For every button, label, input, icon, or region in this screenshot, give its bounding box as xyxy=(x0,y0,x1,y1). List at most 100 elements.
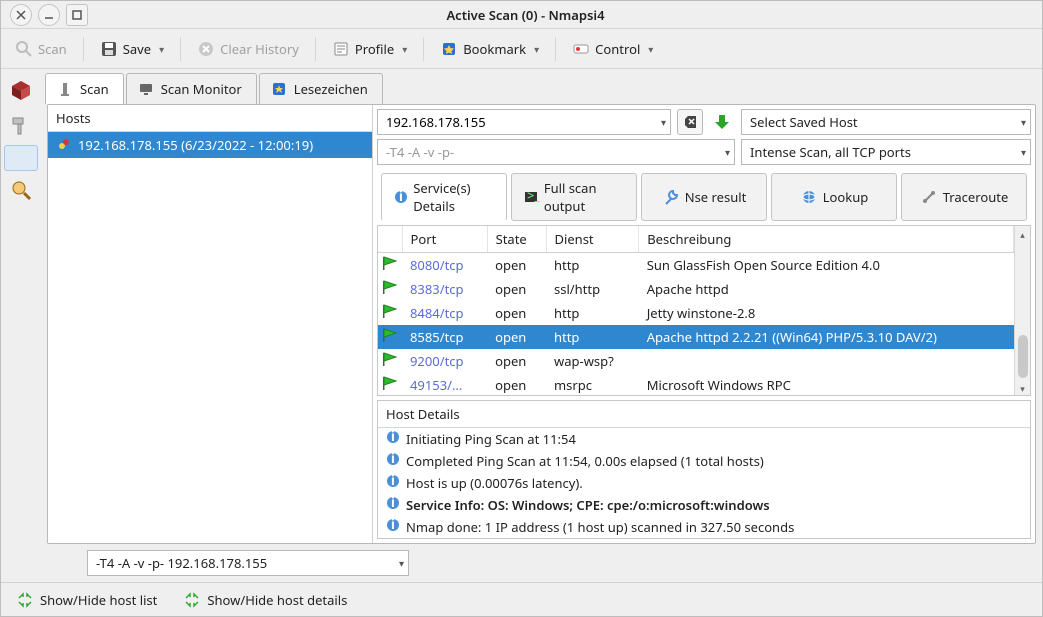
info-icon: i xyxy=(386,430,400,448)
info-icon: i xyxy=(386,518,400,536)
host-detail-row: iCompleted Ping Scan at 11:54, 0.00s ela… xyxy=(378,450,1030,472)
hosts-pane: Hosts 192.168.178.155 (6/23/2022 - 12:00… xyxy=(48,105,373,543)
scan-button[interactable]: Scan xyxy=(9,36,73,62)
svg-text:i: i xyxy=(391,430,395,444)
clear-icon xyxy=(197,40,215,58)
vertical-scrollbar[interactable]: ▴ ▾ xyxy=(1014,226,1030,395)
control-button[interactable]: Control ▾ xyxy=(566,36,659,62)
chevron-down-icon: ▾ xyxy=(1021,145,1026,159)
flag-icon xyxy=(378,325,402,349)
info-icon: i xyxy=(386,452,400,470)
ports-table[interactable]: Port State Dienst Beschreibung 8080/tcp … xyxy=(378,226,1014,395)
col-service[interactable]: Dienst xyxy=(546,226,639,253)
flag-icon xyxy=(378,373,402,395)
sidetool-hammer[interactable] xyxy=(4,109,38,143)
route-icon xyxy=(920,188,938,206)
chevron-down-icon: ▾ xyxy=(1021,115,1026,129)
host-details-header: Host Details xyxy=(378,401,1030,428)
monitor-icon xyxy=(137,80,155,98)
subtab-full-output[interactable]: >_Full scan output xyxy=(511,173,637,221)
scroll-up-icon[interactable]: ▴ xyxy=(1020,228,1025,241)
state-cell: open xyxy=(487,277,546,301)
saved-host-select[interactable]: Select Saved Host▾ xyxy=(741,109,1031,135)
port-cell: 9200/tcp xyxy=(410,352,464,370)
table-row[interactable]: 8080/tcp open http Sun GlassFish Open So… xyxy=(378,253,1014,278)
desc-cell: Apache httpd xyxy=(639,277,1014,301)
col-state[interactable]: State xyxy=(487,226,546,253)
table-row[interactable]: 8383/tcp open ssl/http Apache httpd xyxy=(378,277,1014,301)
flag-icon xyxy=(378,277,402,301)
tab-scan[interactable]: Scan xyxy=(45,73,124,104)
table-row[interactable]: 49153/… open msrpc Microsoft Windows RPC xyxy=(378,373,1014,395)
chevron-down-icon[interactable]: ▾ xyxy=(725,145,730,159)
sidetool-find[interactable] xyxy=(4,145,38,171)
host-detail-row: iHost is up (0.00076s latency). xyxy=(378,472,1030,494)
toggle-host-list-button[interactable]: Show/Hide host list xyxy=(7,586,166,614)
clear-history-button[interactable]: Clear History xyxy=(191,36,305,62)
host-details-pane: Host Details iInitiating Ping Scan at 11… xyxy=(377,400,1031,539)
state-cell: open xyxy=(487,325,546,349)
host-detail-text: Service Info: OS: Windows; CPE: cpe:/o:m… xyxy=(406,496,770,514)
subtab-nse[interactable]: Nse result xyxy=(641,173,767,221)
control-icon xyxy=(572,40,590,58)
chevron-down-icon: ▾ xyxy=(534,42,539,56)
service-cell: http xyxy=(546,301,639,325)
svg-text:i: i xyxy=(391,452,395,466)
port-cell: 8080/tcp xyxy=(410,256,464,274)
col-port[interactable]: Port xyxy=(402,226,487,253)
desc-cell: Microsoft Windows RPC xyxy=(639,373,1014,395)
table-row[interactable]: 8585/tcp open http Apache httpd 2.2.21 (… xyxy=(378,325,1014,349)
run-scan-button[interactable] xyxy=(709,109,735,135)
service-cell: http xyxy=(546,253,639,278)
save-icon xyxy=(100,40,118,58)
clear-history-label: Clear History xyxy=(220,40,299,58)
scroll-thumb[interactable] xyxy=(1018,335,1028,378)
bookmark-tab-icon xyxy=(270,80,288,98)
desc-cell xyxy=(639,349,1014,373)
host-detail-row: iInitiating Ping Scan at 11:54 xyxy=(378,428,1030,450)
save-button[interactable]: Save ▾ xyxy=(94,36,170,62)
sidetool-zoom[interactable] xyxy=(4,173,38,207)
sidetool-cube[interactable] xyxy=(4,73,38,107)
chevron-down-icon[interactable]: ▾ xyxy=(661,115,666,129)
scroll-down-icon[interactable]: ▾ xyxy=(1020,382,1025,395)
subtab-traceroute[interactable]: Traceroute xyxy=(901,173,1027,221)
svg-text:i: i xyxy=(399,187,403,205)
control-label: Control xyxy=(595,40,640,58)
profile-button[interactable]: Profile ▾ xyxy=(326,36,413,62)
toggle-host-details-button[interactable]: Show/Hide host details xyxy=(174,586,356,614)
col-description[interactable]: Beschreibung xyxy=(639,226,1014,253)
service-cell: http xyxy=(546,325,639,349)
subtab-lookup[interactable]: Lookup xyxy=(771,173,897,221)
scan-label: Scan xyxy=(38,40,67,58)
table-row[interactable]: 9200/tcp open wap-wsp? xyxy=(378,349,1014,373)
tab-lesezeichen[interactable]: Lesezeichen xyxy=(259,73,383,104)
subtab-services[interactable]: iService(s) Details xyxy=(381,173,507,221)
wrench-icon xyxy=(662,188,680,206)
flag-icon xyxy=(378,253,402,278)
target-input-wrap[interactable]: ▾ xyxy=(377,109,671,135)
args-input-wrap[interactable]: ▾ xyxy=(377,139,735,165)
window-minimize-button[interactable] xyxy=(38,4,60,26)
profile-select[interactable]: Intense Scan, all TCP ports▾ xyxy=(741,139,1031,165)
statusbar: Show/Hide host list Show/Hide host detai… xyxy=(1,582,1042,616)
desc-cell: Sun GlassFish Open Source Edition 4.0 xyxy=(639,253,1014,278)
port-cell: 49153/… xyxy=(410,376,462,394)
window-close-button[interactable] xyxy=(10,4,32,26)
flag-icon xyxy=(378,301,402,325)
bookmark-button[interactable]: Bookmark ▾ xyxy=(434,36,545,62)
history-dropdown[interactable]: -T4 -A -v -p- 192.168.178.155▾ xyxy=(87,550,409,576)
window-maximize-button[interactable] xyxy=(66,4,88,26)
table-row[interactable]: 8484/tcp open http Jetty winstone-2.8 xyxy=(378,301,1014,325)
clear-target-button[interactable] xyxy=(677,109,703,135)
globe-icon xyxy=(800,188,818,206)
tab-scan-monitor[interactable]: Scan Monitor xyxy=(126,73,257,104)
host-list-item[interactable]: 192.168.178.155 (6/23/2022 - 12:00:19) xyxy=(48,132,372,158)
state-cell: open xyxy=(487,301,546,325)
svg-text:i: i xyxy=(391,474,395,488)
port-cell: 8484/tcp xyxy=(410,304,464,322)
target-input[interactable] xyxy=(386,110,646,134)
args-input[interactable] xyxy=(386,140,710,164)
svg-text:i: i xyxy=(391,496,395,510)
info-icon: i xyxy=(386,496,400,514)
